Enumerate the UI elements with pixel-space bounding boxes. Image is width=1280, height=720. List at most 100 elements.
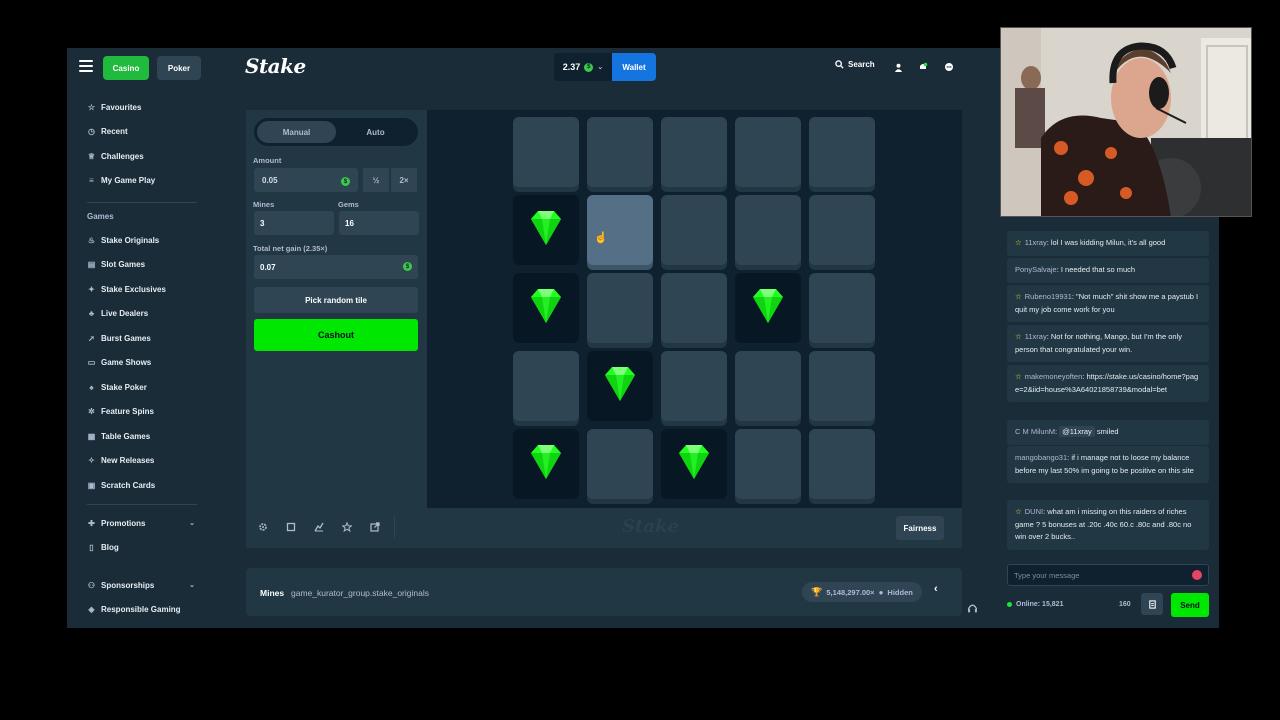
- sidebar-item-favourites[interactable]: ☆ Favourites: [87, 99, 199, 115]
- chat-username[interactable]: PonySalvaje: [1015, 265, 1057, 274]
- emoji-icon[interactable]: [1192, 570, 1202, 580]
- sidebar-item-recent[interactable]: ◷ Recent: [87, 124, 199, 140]
- auto-tab[interactable]: Auto: [336, 121, 415, 143]
- send-button[interactable]: Send: [1171, 593, 1209, 617]
- sidebar-item-slot-games[interactable]: ▤ Slot Games: [87, 257, 199, 273]
- search-button[interactable]: Search: [835, 60, 875, 69]
- chat-input[interactable]: Type your message: [1007, 564, 1209, 586]
- stats-icon[interactable]: [312, 520, 326, 534]
- mine-tile[interactable]: [513, 195, 579, 265]
- sidebar-item-stake-exclusives[interactable]: ✦ Stake Exclusives: [87, 281, 199, 297]
- notifications-icon[interactable]: [916, 60, 930, 74]
- sidebar-item-game-shows[interactable]: ▭ Game Shows: [87, 355, 199, 371]
- chat-username[interactable]: 11xray: [1025, 238, 1047, 247]
- mine-tile[interactable]: ☝: [587, 195, 653, 265]
- mine-tile[interactable]: [735, 117, 801, 187]
- chat-username[interactable]: mangobango31: [1015, 453, 1067, 462]
- cashout-button[interactable]: Cashout: [254, 319, 418, 351]
- sidebar-item-scratch-cards[interactable]: ▣ Scratch Cards: [87, 477, 199, 493]
- mine-tile[interactable]: [513, 117, 579, 187]
- sidebar-item-burst-games[interactable]: ➚ Burst Games: [87, 330, 199, 346]
- sidebar-item-table-games[interactable]: ▦ Table Games: [87, 428, 199, 444]
- sidebar-divider: [87, 202, 197, 203]
- sidebar-item-feature-spins[interactable]: ✲ Feature Spins: [87, 404, 199, 420]
- chevron-down-icon: ⌄: [597, 64, 604, 71]
- settings-icon[interactable]: [256, 520, 270, 534]
- sidebar-item-stake-originals[interactable]: ♨ Stake Originals: [87, 232, 199, 248]
- chat-username[interactable]: Rubeno19931: [1025, 292, 1072, 301]
- mine-tile[interactable]: [809, 195, 875, 265]
- sidebar-item-stake-poker[interactable]: ♠ Stake Poker: [87, 379, 199, 395]
- sidebar-item-label: Slot Games: [101, 260, 146, 269]
- game-footer: Stake Fairness: [246, 508, 962, 548]
- share-icon[interactable]: [368, 520, 382, 534]
- incognito-icon: ●: [878, 587, 884, 597]
- mine-tile[interactable]: [661, 429, 727, 499]
- sidebar-item-responsible-gaming[interactable]: ◈ Responsible Gaming: [87, 602, 199, 618]
- mines-field[interactable]: 3: [254, 211, 334, 235]
- coin-icon: $: [584, 62, 594, 72]
- double-button[interactable]: 2×: [391, 168, 417, 192]
- mine-tile[interactable]: [735, 351, 801, 421]
- chevron-left-icon[interactable]: ‹: [934, 583, 938, 595]
- wallet-button[interactable]: Wallet: [612, 53, 656, 81]
- balance-selector[interactable]: 2.37 $ ⌄: [554, 53, 612, 81]
- mine-tile[interactable]: [661, 195, 727, 265]
- mine-tile[interactable]: [587, 273, 653, 343]
- sidebar-item-label: Live Dealers: [101, 309, 149, 318]
- half-button[interactable]: ½: [363, 168, 389, 192]
- manual-tab[interactable]: Manual: [257, 121, 336, 143]
- theatre-mode-icon[interactable]: [284, 520, 298, 534]
- chat-rules-icon[interactable]: [1141, 593, 1163, 615]
- mine-tile[interactable]: [513, 273, 579, 343]
- mine-tile[interactable]: [735, 273, 801, 343]
- headset-icon[interactable]: [962, 598, 982, 618]
- chat-mention[interactable]: @11xray: [1059, 426, 1095, 437]
- chat-username[interactable]: makemoneyoften: [1025, 372, 1083, 381]
- mine-tile[interactable]: [661, 273, 727, 343]
- chat-username[interactable]: DUNI: [1025, 507, 1043, 516]
- stake-logo[interactable]: Stake: [245, 54, 306, 78]
- sidebar-item-promotions[interactable]: ✚ Promotions ⌄: [87, 515, 199, 531]
- mine-tile[interactable]: [587, 429, 653, 499]
- favourite-star-icon[interactable]: [340, 520, 354, 534]
- mine-tile[interactable]: [735, 429, 801, 499]
- coin-icon: $: [403, 262, 412, 271]
- menu-icon[interactable]: [79, 60, 93, 72]
- mine-tile[interactable]: [661, 351, 727, 421]
- mine-tile[interactable]: [809, 117, 875, 187]
- chat-message: ☆ DUNI: what am i missing on this raiders…: [1007, 500, 1209, 550]
- chat-icon[interactable]: [942, 60, 956, 74]
- amount-input[interactable]: 0.05 $: [254, 168, 358, 192]
- search-icon: [835, 60, 844, 69]
- mine-tile[interactable]: [587, 117, 653, 187]
- chat-username[interactable]: 11xray: [1025, 332, 1047, 341]
- mine-tile[interactable]: [809, 273, 875, 343]
- mouse-cursor-icon: ☝: [594, 232, 608, 244]
- pick-random-tile-button[interactable]: Pick random tile: [254, 287, 418, 313]
- total-gain-value: 0.07: [260, 262, 276, 272]
- mine-tile[interactable]: [809, 351, 875, 421]
- mine-tile[interactable]: [735, 195, 801, 265]
- mines-label: Mines: [253, 200, 275, 209]
- user-icon[interactable]: [891, 60, 905, 74]
- mine-tile[interactable]: [513, 429, 579, 499]
- fairness-button[interactable]: Fairness: [896, 516, 944, 540]
- chat-username[interactable]: MilunM: [1031, 427, 1055, 436]
- sidebar-item-live-dealers[interactable]: ♣ Live Dealers: [87, 306, 199, 322]
- mine-tile[interactable]: [809, 429, 875, 499]
- sidebar-item-sponsorships[interactable]: ⚇ Sponsorships ⌄: [87, 577, 199, 593]
- clock-icon: ◷: [88, 127, 95, 136]
- sidebar-item-challenges[interactable]: ♕ Challenges: [87, 148, 199, 164]
- chevron-down-icon: ⌄: [189, 582, 195, 589]
- poker-tab[interactable]: Poker: [157, 56, 201, 80]
- mine-tile[interactable]: [661, 117, 727, 187]
- gem-icon: [531, 289, 561, 323]
- sidebar-item-my-game-play[interactable]: ≡ My Game Play: [87, 173, 199, 189]
- max-win-pill[interactable]: 🏆 5,148,297.00× ● Hidden: [802, 582, 922, 602]
- mine-tile[interactable]: [587, 351, 653, 421]
- casino-tab[interactable]: Casino: [103, 56, 149, 80]
- mine-tile[interactable]: [513, 351, 579, 421]
- sidebar-item-blog[interactable]: ▯ Blog: [87, 540, 199, 556]
- sidebar-item-new-releases[interactable]: ✧ New Releases: [87, 453, 199, 469]
